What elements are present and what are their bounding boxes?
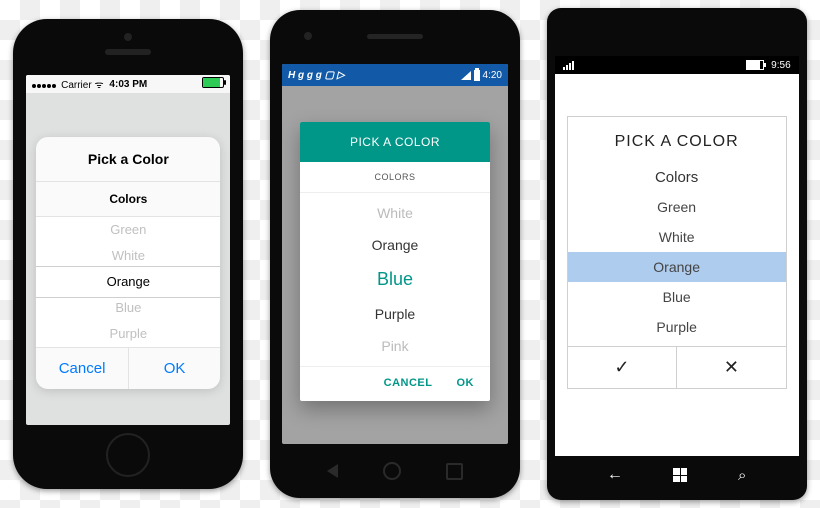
iphone-screen: Carrier ᯤ 4:03 PM Pick a Color Colors Gr…	[26, 75, 230, 425]
picker-option-selected[interactable]: Blue	[300, 261, 490, 298]
home-button[interactable]	[106, 433, 150, 477]
search-button[interactable]: ⌕	[738, 467, 746, 484]
ok-button[interactable]: OK	[456, 377, 474, 389]
picker-option[interactable]: Pink	[300, 330, 490, 362]
speaker-icon	[105, 49, 151, 55]
wp-screen: 9:56 PICK A COLOR Colors Green White Ora…	[555, 56, 799, 456]
signal-icon	[563, 61, 574, 70]
wp-status-bar: 9:56	[555, 56, 799, 74]
iphone-bezel-top	[13, 19, 243, 75]
windows-button[interactable]	[673, 468, 687, 482]
android-nav-bar	[305, 448, 485, 494]
picker-option[interactable]: White	[568, 222, 786, 252]
notification-icons: H g g g ▢ ▷	[288, 70, 345, 81]
ok-button[interactable]: ✓	[568, 347, 677, 388]
status-time: 4:20	[483, 70, 502, 81]
picker-list[interactable]: White Orange Blue Purple Pink	[300, 193, 490, 366]
android-device: H g g g ▢ ▷ 4:20 PICK A COLOR COLORS Whi…	[270, 10, 520, 498]
dialog-actions: CANCEL OK	[300, 366, 490, 401]
android-bezel-top	[270, 10, 520, 64]
picker-option[interactable]: White	[300, 197, 490, 229]
android-dialog: PICK A COLOR COLORS White Orange Blue Pu…	[300, 122, 490, 401]
picker-option[interactable]: Purple	[300, 298, 490, 330]
dialog-subtitle: Colors	[568, 163, 786, 192]
back-button[interactable]: ←	[607, 466, 623, 484]
ios-status-bar: Carrier ᯤ 4:03 PM	[26, 75, 230, 93]
recents-button[interactable]	[446, 463, 463, 480]
wp-dialog: PICK A COLOR Colors Green White Orange B…	[567, 116, 787, 389]
picker-option[interactable]: Green	[36, 217, 220, 243]
picker-option[interactable]: Green	[568, 192, 786, 222]
windows-phone-device: 9:56 PICK A COLOR Colors Green White Ora…	[547, 8, 807, 500]
close-icon: ✕	[724, 357, 739, 377]
status-time: 4:03 PM	[26, 79, 230, 90]
home-button[interactable]	[383, 462, 401, 480]
iphone-device: Carrier ᯤ 4:03 PM Pick a Color Colors Gr…	[13, 19, 243, 489]
picker-wheel[interactable]: Green White Orange Blue Purple	[36, 217, 220, 347]
picker-option[interactable]: Blue	[36, 295, 220, 321]
dialog-actions: Cancel OK	[36, 347, 220, 389]
notif-icon: H g g g ▢ ▷	[288, 70, 345, 81]
wp-nav-bar: ← ⌕	[582, 458, 772, 492]
wp-bezel-top	[547, 8, 807, 56]
dialog-title: PICK A COLOR	[568, 117, 786, 163]
android-scrim: PICK A COLOR COLORS White Orange Blue Pu…	[282, 86, 508, 444]
picker-option[interactable]: Blue	[568, 282, 786, 312]
ok-button[interactable]: OK	[128, 348, 221, 389]
speaker-icon	[367, 34, 423, 39]
front-camera-icon	[124, 33, 132, 41]
status-time: 9:56	[771, 60, 790, 71]
picker-list[interactable]: Green White Orange Blue Purple	[568, 192, 786, 342]
dialog-subtitle: Colors	[36, 182, 220, 217]
picker-option[interactable]: Purple	[568, 312, 786, 342]
battery-icon	[474, 70, 480, 81]
front-camera-icon	[304, 32, 312, 40]
cancel-button[interactable]: CANCEL	[384, 377, 433, 389]
dialog-subtitle: COLORS	[300, 162, 490, 193]
android-screen: H g g g ▢ ▷ 4:20 PICK A COLOR COLORS Whi…	[282, 64, 508, 444]
dialog-actions: ✓ ✕	[568, 346, 786, 388]
cancel-button[interactable]: ✕	[676, 347, 786, 388]
picker-option-selected[interactable]: Orange	[36, 269, 220, 295]
picker-option-selected[interactable]: Orange	[568, 252, 786, 282]
cancel-button[interactable]: Cancel	[36, 348, 128, 389]
signal-icon	[461, 71, 471, 80]
battery-icon	[746, 60, 764, 70]
dialog-title: PICK A COLOR	[300, 122, 490, 162]
picker-option[interactable]: White	[36, 243, 220, 269]
dialog-title: Pick a Color	[36, 137, 220, 182]
back-button[interactable]	[327, 464, 338, 478]
picker-option[interactable]: Orange	[300, 229, 490, 261]
status-right: 9:56	[746, 60, 790, 71]
ios-action-sheet: Pick a Color Colors Green White Orange B…	[36, 137, 220, 389]
system-icons: 4:20	[461, 70, 502, 81]
android-status-bar: H g g g ▢ ▷ 4:20	[282, 64, 508, 86]
picker-option[interactable]: Purple	[36, 321, 220, 347]
check-icon: ✓	[614, 357, 629, 377]
